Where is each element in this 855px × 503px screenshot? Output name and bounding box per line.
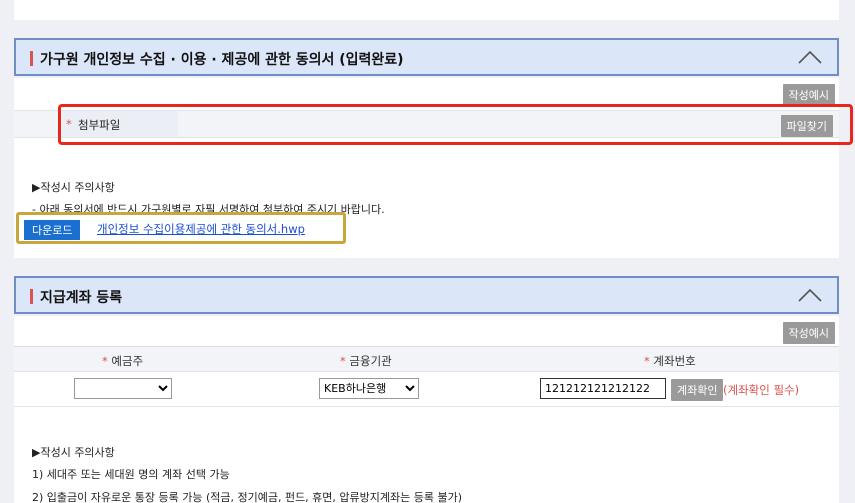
chevron-up-icon[interactable] bbox=[797, 48, 823, 66]
account-number-column-header: * 계좌번호 bbox=[644, 354, 696, 368]
account-notice-title: ▶작성시 주의사항 bbox=[32, 446, 115, 459]
consent-section-header[interactable]: 가구원 개인정보 수집 · 이용 · 제공에 관한 동의서 (입력완료) bbox=[14, 38, 839, 76]
account-section-title: 지급계좌 등록 bbox=[40, 290, 123, 306]
depositor-select[interactable] bbox=[74, 378, 172, 399]
account-section-body: 작성예시 * 예금주 * 금융기관 * 계좌번호 KEB하나은행 계좌확인 (계… bbox=[14, 316, 839, 503]
bank-select[interactable]: KEB하나은행 bbox=[319, 378, 419, 399]
bank-column-header: * 금융기관 bbox=[340, 354, 392, 368]
top-panel-remnant bbox=[14, 0, 839, 20]
consent-notice-title: ▶작성시 주의사항 bbox=[32, 181, 115, 194]
attachment-highlight-box bbox=[58, 104, 853, 145]
section-accent-bar bbox=[30, 289, 33, 304]
depositor-column-header: * 예금주 bbox=[102, 354, 144, 368]
download-button[interactable]: 다운로드 bbox=[24, 220, 81, 240]
section-accent-bar bbox=[30, 51, 33, 66]
download-highlight-box: 다운로드 개인정보 수집이용제공에 관한 동의서.hwp bbox=[16, 212, 346, 244]
row-divider bbox=[14, 406, 839, 407]
download-file-link[interactable]: 개인정보 수집이용제공에 관한 동의서.hwp bbox=[97, 221, 305, 237]
verify-account-button[interactable]: 계좌확인 bbox=[671, 379, 724, 401]
consent-example-button[interactable]: 작성예시 bbox=[782, 84, 835, 106]
account-notice-1: 1) 세대주 또는 세대원 명의 계좌 선택 가능 bbox=[32, 468, 230, 481]
account-number-input[interactable] bbox=[540, 378, 666, 399]
consent-section-body: 작성예시 * 첨부파일 파일찾기 ▶작성시 주의사항 - 아래 동의서에 반드시… bbox=[14, 78, 853, 258]
account-notice-2: 2) 입출금이 자유로운 통장 등록 가능 (적금, 정기예금, 펀드, 휴면,… bbox=[32, 491, 463, 503]
account-section-header[interactable]: 지급계좌 등록 bbox=[14, 276, 839, 314]
account-example-button[interactable]: 작성예시 bbox=[782, 322, 835, 344]
consent-section-title: 가구원 개인정보 수집 · 이용 · 제공에 관한 동의서 (입력완료) bbox=[40, 52, 404, 68]
verify-required-note: (계좌확인 필수) bbox=[723, 383, 800, 397]
chevron-up-icon[interactable] bbox=[797, 286, 823, 304]
account-table-header: * 예금주 * 금융기관 * 계좌번호 bbox=[14, 346, 839, 372]
